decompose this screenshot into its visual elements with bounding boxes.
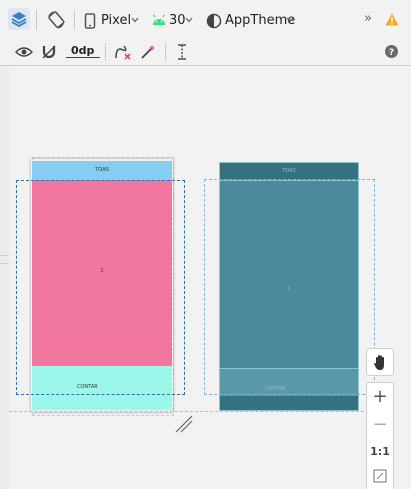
separator (165, 43, 166, 61)
design-selection-outline (16, 180, 185, 395)
phone-icon (84, 13, 96, 29)
warning-icon[interactable] (385, 13, 399, 26)
default-margin-selector[interactable]: 0dp (66, 43, 100, 61)
zoom-actual-size-button[interactable]: 1:1 (367, 445, 393, 458)
separator (36, 10, 37, 30)
theme-label: AppTheme (225, 13, 296, 28)
rotate-orientation-icon[interactable] (46, 10, 66, 30)
device-label: Pixel (101, 13, 132, 28)
resize-handle-icon[interactable] (174, 414, 194, 434)
help-icon[interactable]: ? (385, 45, 398, 58)
pan-button[interactable] (366, 348, 394, 376)
guide-line (9, 411, 369, 412)
blueprint-selection-outline (204, 179, 375, 395)
design-top-button[interactable]: TOAS (32, 161, 172, 180)
eye-icon[interactable] (15, 46, 33, 58)
secondary-toolbar: 0dp ? (0, 41, 411, 66)
zoom-controls: + − 1:1 (366, 382, 394, 489)
gutter-divider (0, 255, 9, 256)
design-top-label: TOAS (95, 167, 109, 173)
top-toolbar: Pixel 30 AppTheme » (0, 0, 411, 42)
margin-underline (66, 57, 100, 58)
svg-text:?: ? (389, 48, 394, 58)
theme-icon (206, 13, 222, 29)
android-icon (152, 14, 166, 26)
clear-constraints-icon[interactable] (114, 44, 132, 60)
api-level-label: 30 (169, 13, 186, 28)
hand-icon (373, 354, 388, 371)
blueprint-bottom-bar (220, 396, 358, 410)
chevron-down-icon (286, 17, 294, 23)
overflow-icon[interactable]: » (364, 11, 372, 26)
infer-constraints-icon[interactable] (140, 44, 156, 60)
zoom-out-button[interactable]: − (367, 414, 393, 435)
gutter-divider (0, 263, 9, 264)
zoom-to-fit-icon[interactable] (373, 469, 387, 483)
guidelines-icon[interactable] (175, 43, 189, 61)
chevron-down-icon (131, 17, 139, 23)
chevron-down-icon (185, 17, 193, 23)
separator (74, 10, 75, 30)
default-margin-value: 0dp (71, 44, 95, 57)
blueprint-top-label: TOAS (282, 168, 296, 174)
layers-icon[interactable] (8, 8, 30, 30)
magnet-icon[interactable] (41, 44, 57, 60)
zoom-in-button[interactable]: + (367, 386, 393, 407)
separator (105, 43, 106, 61)
canvas-left-gutter (0, 66, 9, 489)
